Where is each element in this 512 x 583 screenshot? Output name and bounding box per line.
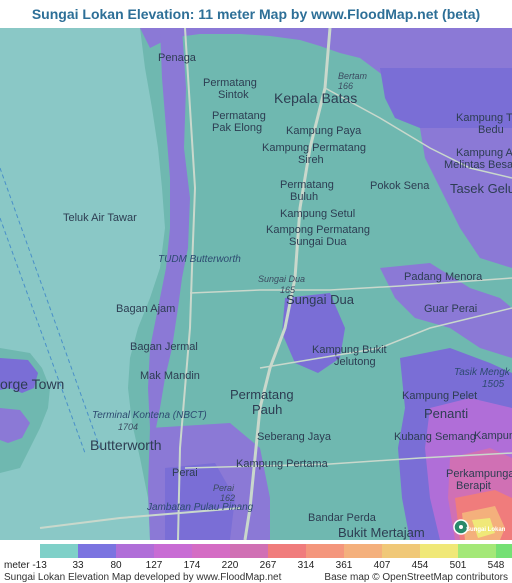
legend-tick-label: 174: [183, 560, 201, 571]
legend-swatch: [344, 544, 382, 558]
place-label: Penaga: [158, 52, 196, 64]
credit-right: Base map © OpenStreetMap contributors: [324, 572, 508, 583]
place-label: Bedu: [478, 124, 504, 136]
place-label: Permatang: [203, 77, 257, 89]
place-label: Terminal Kontena (NBCT): [92, 410, 207, 421]
place-label: Permatang: [230, 387, 294, 402]
place-label: Kepala Batas: [274, 90, 358, 106]
legend-tick-label: 267: [259, 560, 277, 571]
place-label: Kampung: [474, 430, 512, 442]
place-label: Kampong Permatang: [266, 224, 370, 236]
place-label: Bagan Ajam: [116, 303, 176, 315]
legend-tick-label: 361: [335, 560, 353, 571]
place-label: Guar Perai: [424, 303, 478, 315]
place-label: Melintas Besar: [444, 159, 512, 171]
place-label: Butterworth: [90, 437, 162, 453]
place-label: Sireh: [298, 154, 324, 166]
legend-swatch: [306, 544, 344, 558]
road-label: Jambatan Pulau Pinang: [147, 502, 254, 513]
place-label: Seberang Jaya: [257, 431, 331, 443]
legend-tick-label: 127: [145, 560, 163, 571]
legend-tick-label: 80: [110, 560, 122, 571]
legend-swatch: [78, 544, 116, 558]
place-label: Sintok: [218, 89, 249, 101]
elevation-map[interactable]: Penaga Bertam 166 Permatang Sintok Kepal…: [0, 28, 512, 540]
legend-swatch: [268, 544, 306, 558]
place-label: Berapit: [456, 480, 491, 492]
legend-swatch: [420, 544, 458, 558]
elevation-legend: meter -13 33 80 127 174 220 267 314 361 407 454 501…: [0, 540, 512, 583]
legend-tick-label: 548: [487, 560, 505, 571]
legend-tick-label: 220: [221, 560, 239, 571]
pin-label: Sungai Lokan: [466, 527, 506, 533]
legend-tick-label: 314: [297, 560, 315, 571]
legend-swatch: [382, 544, 420, 558]
place-label: Kampung Setul: [280, 208, 356, 220]
road-number: 1704: [118, 422, 139, 432]
place-label: Tasik Mengk: [454, 367, 510, 378]
place-label: Kampung Tok: [456, 112, 512, 124]
legend-swatch: [154, 544, 192, 558]
legend-swatch: [496, 544, 512, 558]
place-label: Kampung Bukit: [312, 344, 387, 356]
legend-swatch: [116, 544, 154, 558]
place-label: Penanti: [424, 406, 469, 421]
place-label: Kampung Paya: [286, 125, 362, 137]
place-label: Teluk Air Tawar: [63, 212, 137, 224]
legend-tick-label: meter -13: [4, 560, 47, 571]
road-number: 1505: [482, 379, 505, 390]
place-label: Pokok Sena: [370, 180, 430, 192]
map-title: Sungai Lokan Elevation: 11 meter Map by …: [0, 0, 512, 28]
place-label: Jelutong: [334, 356, 376, 368]
place-label: Sungai Dua: [289, 236, 347, 248]
place-label: TUDM Butterworth: [158, 254, 241, 265]
place-label: Kampung Pertama: [236, 458, 328, 470]
place-label: Bagan Jermal: [130, 341, 198, 353]
place-label: Kubang Semang: [394, 431, 476, 443]
place-label: Kampung Permatang: [262, 142, 366, 154]
legend-tick-label: 501: [449, 560, 467, 571]
legend-swatch: [40, 544, 78, 558]
legend-swatch: [230, 544, 268, 558]
credit-left: Sungai Lokan Elevation Map developed by …: [4, 572, 282, 583]
place-label: Tasek Gelu: [450, 181, 512, 196]
place-label: Padang Menora: [404, 271, 483, 283]
legend-tick-label: 33: [72, 560, 84, 571]
place-label: Kampung Air: [456, 147, 512, 159]
legend-swatch: [192, 544, 230, 558]
place-label: Perai: [172, 467, 198, 479]
place-label: Kampung Pelet: [402, 390, 478, 402]
legend-tick-label: 407: [373, 560, 391, 571]
place-label: Pak Elong: [212, 122, 263, 134]
place-label: Permatang: [280, 179, 334, 191]
place-label: Buluh: [290, 191, 319, 203]
legend-swatch: [458, 544, 496, 558]
place-label: Mak Mandin: [140, 370, 200, 382]
place-label: Sungai Dua: [286, 292, 354, 307]
place-label: orge Town: [0, 376, 65, 392]
place-label: Permatang: [212, 110, 266, 122]
place-label: Bukit Mertajam: [338, 525, 425, 540]
place-label: Bandar Perda: [308, 512, 376, 524]
place-label: Perkampungan: [446, 468, 512, 480]
legend-tick-label: 454: [411, 560, 429, 571]
place-label: Pauh: [252, 402, 283, 417]
